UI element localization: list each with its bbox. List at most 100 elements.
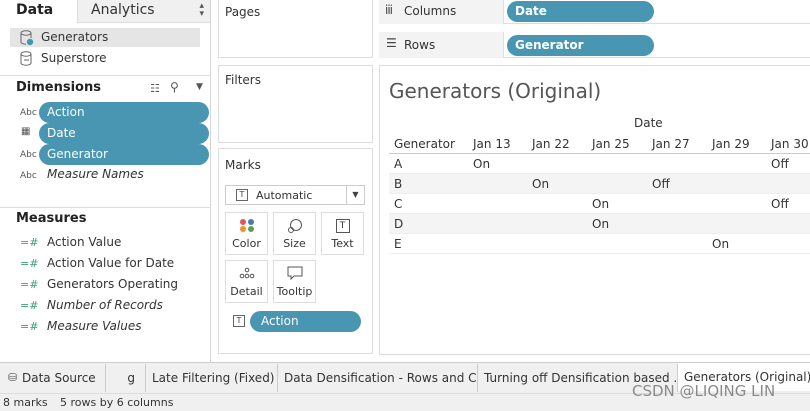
size-icon	[274, 213, 315, 237]
tab-label: Late Filtering (Fixed)	[152, 371, 275, 385]
table-row	[389, 234, 810, 254]
tab-late-filtering[interactable]: Late Filtering (Fixed)	[146, 364, 278, 392]
measure-hash-icon: =#	[20, 236, 39, 249]
marks-text-pill[interactable]: Action	[250, 311, 361, 332]
watermark: CSDN @LIQING LIN	[632, 382, 776, 400]
row-label: E	[394, 237, 402, 251]
tab-analytics-label: Analytics	[91, 2, 155, 18]
columns-label-box: iii Columns	[379, 0, 504, 24]
tooltip-icon	[274, 261, 315, 285]
measure-label: Action Value	[47, 235, 122, 249]
marks-text-button[interactable]: T Text	[321, 212, 364, 255]
table-cell: On	[473, 157, 491, 171]
table-row	[389, 154, 810, 174]
rows-pill-label: Generator	[515, 38, 584, 52]
rows-icon: ☰	[386, 36, 397, 50]
tab-data-densification[interactable]: Data Densification - Rows and C...	[278, 364, 478, 392]
grid-view-icon[interactable]: ☷	[150, 82, 160, 95]
marks-size-button[interactable]: Size	[273, 212, 316, 255]
pages-title: Pages	[225, 5, 261, 19]
marks-tooltip-button[interactable]: Tooltip	[273, 260, 316, 303]
table-cell: On	[532, 177, 550, 191]
tab-sheet-truncated[interactable]: g	[106, 364, 146, 392]
database-icon: ⛁	[8, 371, 18, 384]
filters-card[interactable]: Filters	[218, 65, 373, 143]
marks-detail-button[interactable]: Detail	[225, 260, 268, 303]
tab-data-source[interactable]: ⛁ Data Source	[0, 364, 106, 392]
datasource-superstore[interactable]: Superstore	[41, 51, 107, 65]
column-header: Jan 22	[532, 137, 570, 151]
column-header: Jan 30	[771, 137, 809, 151]
sidebar-divider	[0, 207, 211, 208]
marks-color-label: Color	[232, 237, 261, 250]
marks-pill-label: Action	[261, 314, 299, 328]
columns-pill-label: Date	[515, 4, 547, 18]
columns-pill-date[interactable]: Date	[507, 1, 654, 22]
chevron-down-icon: ▼	[346, 186, 364, 204]
filters-title: Filters	[225, 73, 261, 87]
sidebar-divider	[0, 75, 211, 76]
measure-hash-icon: =#	[20, 299, 39, 312]
table-cell: Off	[771, 197, 789, 211]
dimension-pill-date[interactable]: Date	[39, 123, 209, 144]
row-label: A	[394, 157, 403, 171]
pages-card[interactable]: Pages	[218, 0, 373, 58]
marks-title: Marks	[225, 158, 261, 172]
sheet-title: Generators (Original)	[389, 79, 602, 103]
abc-type-icon: Abc	[20, 108, 37, 118]
column-header: Jan 13	[473, 137, 511, 151]
marks-size-label: Size	[283, 237, 306, 250]
marks-color-button[interactable]: Color	[225, 212, 268, 255]
dimension-label: Date	[47, 126, 76, 140]
status-dimensions: 5 rows by 6 columns	[60, 396, 174, 409]
measure-item[interactable]: =# Action Value for Date	[0, 256, 211, 277]
measure-label: Measure Values	[47, 319, 142, 333]
dimensions-title: Dimensions	[16, 80, 101, 95]
marks-tooltip-label: Tooltip	[276, 285, 313, 298]
status-marks: 8 marks	[3, 396, 48, 409]
tab-label: Data Source	[22, 371, 96, 385]
text-mark-icon: T	[236, 189, 248, 201]
row-header-generator: Generator	[394, 137, 455, 151]
measures-title: Measures	[16, 211, 87, 226]
datasource-label-generators: Generators	[41, 30, 109, 44]
row-label: B	[394, 177, 403, 191]
marks-detail-label: Detail	[230, 285, 263, 298]
table-cell: On	[712, 237, 730, 251]
calendar-icon: ▦	[21, 126, 31, 137]
text-mark-icon: T	[233, 315, 245, 327]
tab-label: g	[127, 371, 135, 385]
table-cell: Off	[652, 177, 670, 191]
abc-type-icon: Abc	[20, 171, 37, 181]
measure-item[interactable]: =# Number of Records	[0, 298, 211, 319]
dimension-measure-names[interactable]: Measure Names	[47, 167, 144, 181]
dimension-label: Action	[47, 105, 85, 119]
row-label: C	[394, 197, 403, 211]
abc-type-icon: Abc	[20, 150, 37, 160]
tab-analytics[interactable]: Analytics ▴ ▾	[77, 0, 210, 23]
measure-item[interactable]: =# Measure Values	[0, 319, 211, 340]
dimensions-menu-icon[interactable]: ▼	[196, 82, 203, 92]
detail-dots-icon	[226, 261, 267, 285]
column-header-date: Date	[634, 116, 663, 130]
dimension-pill-generator[interactable]: Generator	[39, 144, 209, 165]
measure-item[interactable]: =# Action Value	[0, 235, 211, 256]
measure-item[interactable]: =# Generators Operating	[0, 277, 211, 298]
text-icon: T	[322, 213, 363, 237]
search-icon[interactable]: ⚲	[170, 80, 179, 94]
rows-pill-generator[interactable]: Generator	[507, 35, 654, 56]
tab-label: Data Densification - Rows and C...	[284, 371, 478, 385]
column-header: Jan 29	[712, 137, 750, 151]
rows-label-box: ☰ Rows	[379, 32, 504, 58]
rows-label: Rows	[404, 38, 436, 52]
measure-list: =# Action Value =# Action Value for Date…	[0, 235, 211, 340]
table-row	[389, 174, 810, 194]
color-dots-icon	[226, 213, 267, 237]
columns-label: Columns	[404, 4, 457, 18]
tab-data[interactable]: Data	[16, 2, 53, 18]
updown-arrows-icon: ▴ ▾	[199, 1, 204, 19]
mark-type-select[interactable]: T Automatic ▼	[225, 185, 365, 205]
column-header: Jan 27	[652, 137, 690, 151]
dimension-pill-action[interactable]: Action	[39, 102, 209, 123]
table-cell: Off	[771, 157, 789, 171]
